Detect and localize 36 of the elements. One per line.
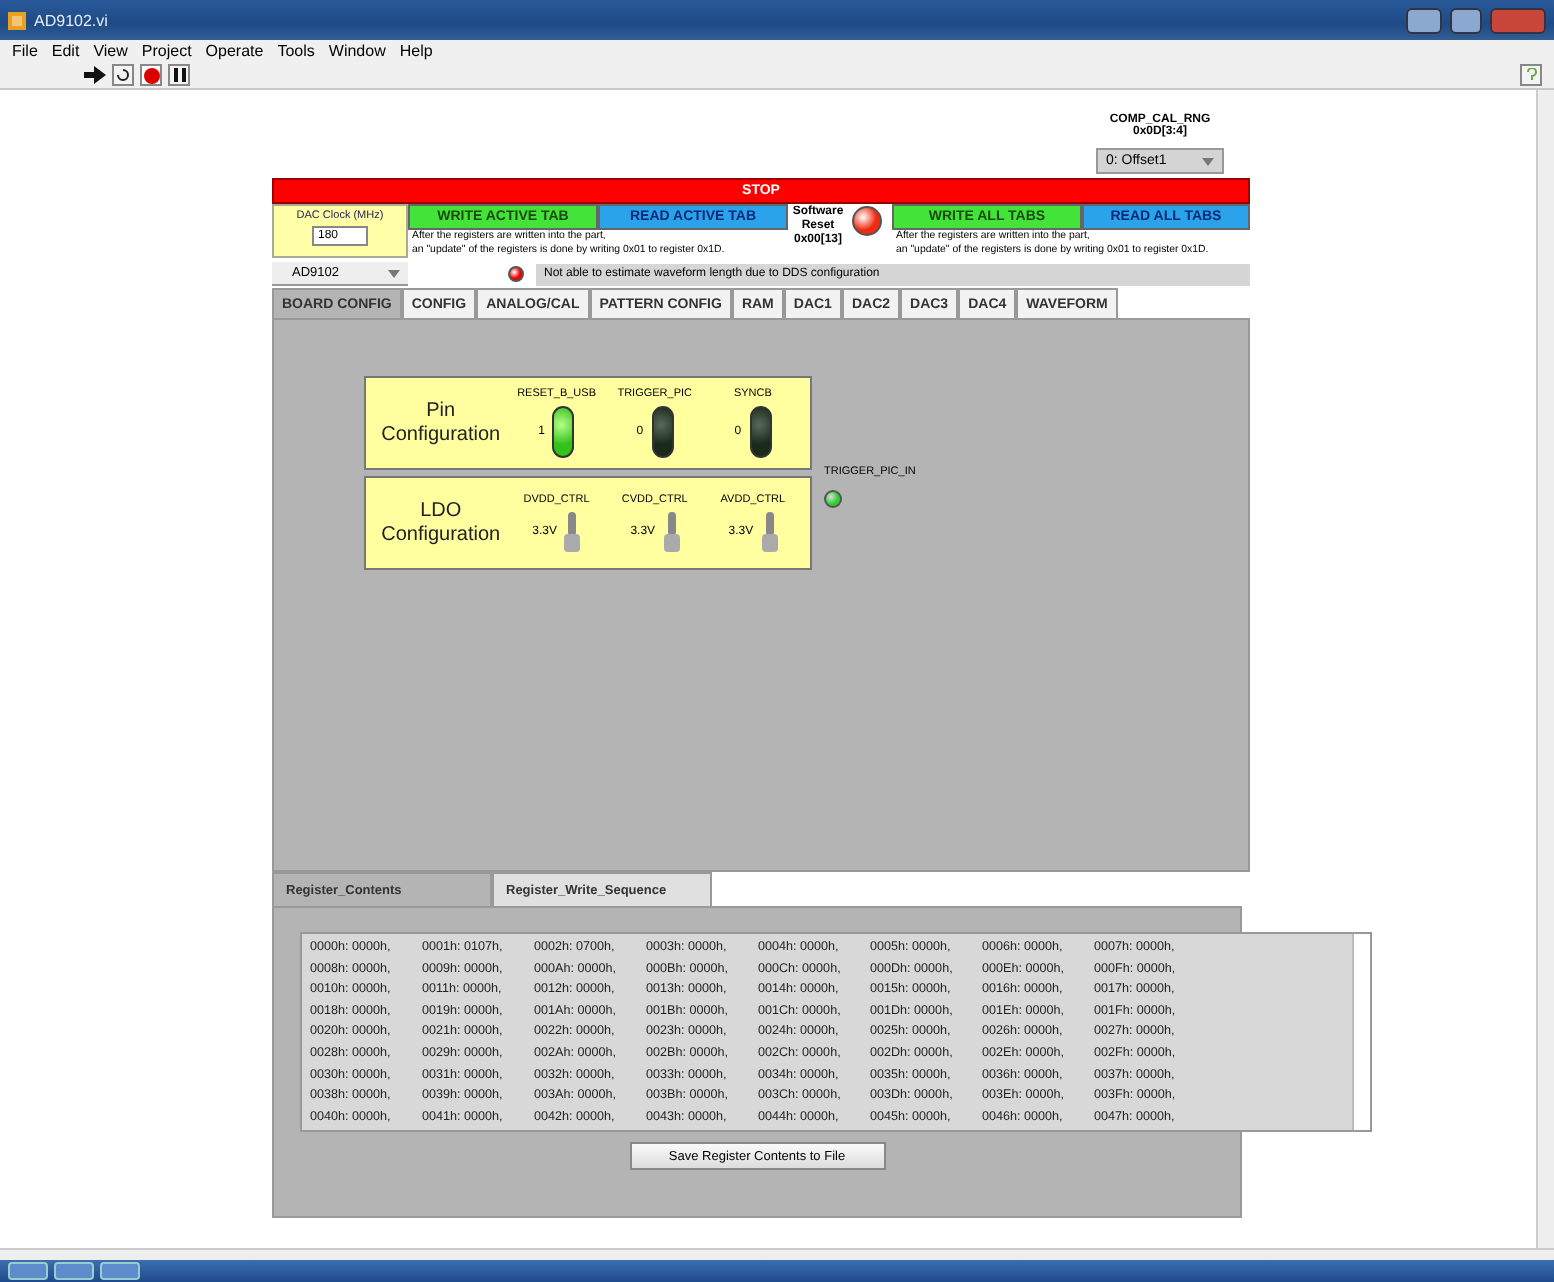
software-reset-button[interactable]	[852, 206, 882, 236]
caret-icon	[388, 269, 400, 277]
run-arrow-icon[interactable]	[84, 66, 106, 84]
panel-title: Pin Configuration	[379, 399, 503, 447]
lever-switch[interactable]	[761, 512, 778, 552]
question-mark-icon	[1525, 67, 1537, 83]
menu-item[interactable]: Help	[399, 42, 433, 60]
stop-dot-icon	[143, 67, 159, 83]
menu-item[interactable]: Window	[328, 42, 386, 60]
menu-item[interactable]: File	[12, 42, 38, 60]
pause-button[interactable]	[168, 64, 190, 86]
menu-item[interactable]: Project	[141, 42, 192, 60]
panel-title: LDO Configuration	[379, 499, 503, 547]
taskbar-button[interactable]	[54, 1262, 94, 1280]
toggle-switch[interactable]	[552, 406, 575, 458]
scrollbar[interactable]	[1352, 934, 1370, 1130]
abort-button[interactable]	[140, 64, 162, 86]
maximize-button[interactable]	[1450, 7, 1482, 33]
taskbar-button[interactable]	[100, 1262, 140, 1280]
menu-item[interactable]: View	[93, 42, 128, 60]
app-icon	[8, 11, 26, 29]
caret-icon	[1202, 157, 1214, 165]
lever-switch[interactable]	[663, 512, 680, 552]
toggle-switch[interactable]	[749, 406, 772, 458]
help-button[interactable]	[1520, 64, 1542, 86]
lever-switch[interactable]	[564, 512, 581, 552]
menu-item[interactable]: Edit	[51, 42, 80, 60]
toggle-switch[interactable]	[651, 406, 674, 458]
menu-item[interactable]: Operate	[205, 42, 264, 60]
close-button[interactable]	[1490, 7, 1546, 33]
minimize-button[interactable]	[1406, 7, 1442, 33]
run-continuously-button[interactable]	[112, 64, 134, 86]
taskbar-button[interactable]	[8, 1262, 48, 1280]
pause-icon	[173, 68, 185, 82]
menu-item[interactable]: Tools	[277, 42, 315, 60]
window-title: AD9102.vi	[34, 11, 110, 29]
